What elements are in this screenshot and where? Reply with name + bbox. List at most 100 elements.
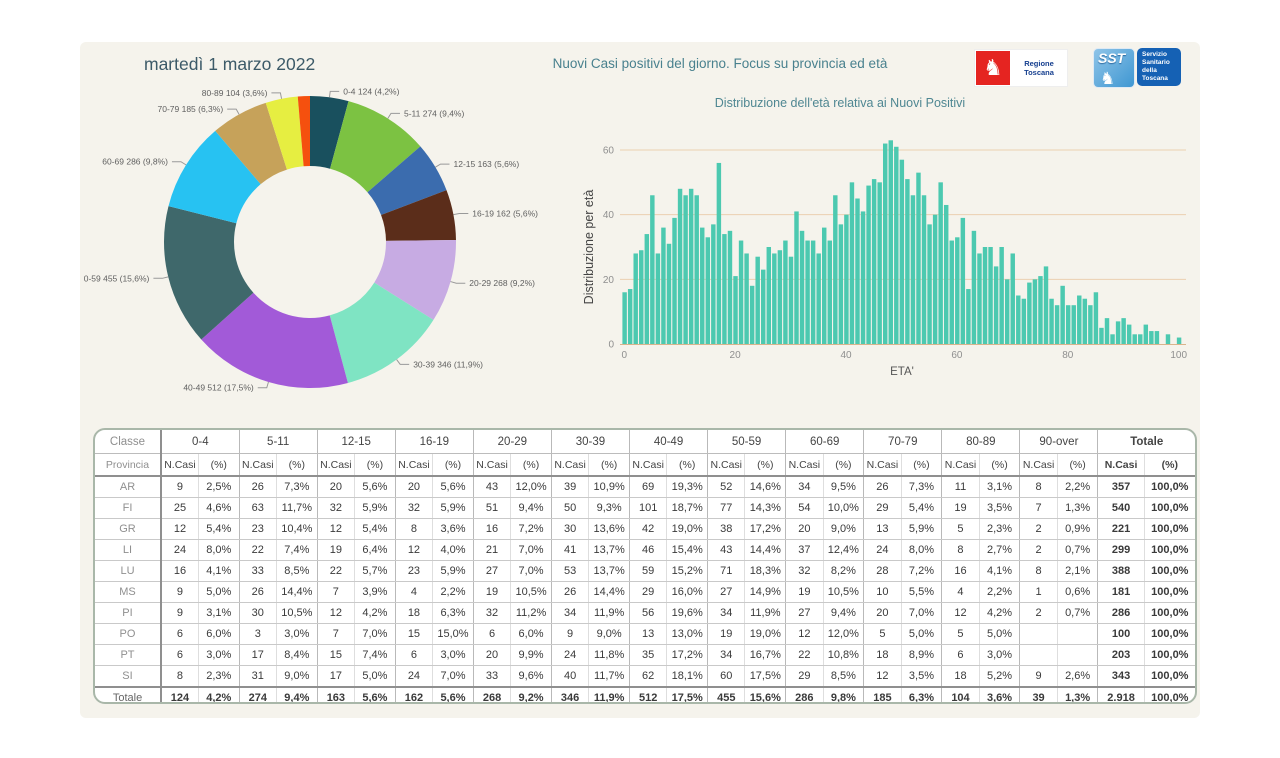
age-bar-3 — [639, 250, 644, 344]
table-cell: 6 — [160, 644, 199, 666]
table-cell: 15,6% — [744, 686, 786, 702]
donut-leader-line — [153, 276, 169, 279]
regione-toscana-logo: ♞ Regione Toscana — [975, 50, 1067, 86]
table-cell: 5,4% — [197, 518, 240, 540]
table-corner-provincia: Provincia — [95, 453, 162, 477]
table-cell: 5,0% — [900, 623, 942, 645]
table-cell: 20 — [394, 476, 433, 498]
table-cell: 32 — [394, 497, 433, 519]
table-cell: 5,0% — [197, 581, 240, 603]
table-row-PO: PO 6 6,0% 3 3,0% 7 7,0% 15 15,0% 6 6,0% 9 9,0% 13 13,0… — [95, 623, 1195, 645]
age-bar-69 — [1004, 279, 1010, 344]
table-cell: 4,2% — [978, 602, 1020, 624]
age-bar-32 — [799, 230, 805, 344]
table-cell: 14,4% — [275, 581, 318, 603]
age-bar-84 — [1088, 305, 1093, 344]
age-bar-16 — [711, 224, 716, 344]
table-cell: 8,9% — [900, 644, 942, 666]
age-bar-28 — [777, 250, 783, 344]
table-cell: 32 — [472, 602, 511, 624]
table-cell: 9 — [160, 602, 199, 624]
age-bar-75 — [1038, 276, 1043, 344]
age-bar-55 — [927, 224, 932, 344]
age-bar-21 — [738, 240, 744, 344]
table-cell: 7 — [316, 623, 355, 645]
donut-slice-label: 80-89 104 (3,6%) — [202, 88, 268, 98]
table-cell: 2,3% — [197, 665, 240, 688]
table-cell: 7,4% — [275, 539, 318, 561]
donut-leader-line — [453, 213, 469, 216]
age-bar-46 — [877, 182, 882, 344]
table-cell: 16,7% — [744, 644, 786, 666]
table-cell: 18,3% — [744, 560, 786, 582]
table-cell: 62 — [628, 665, 667, 688]
table-cell: 20 — [472, 644, 511, 666]
age-bar-87 — [1104, 318, 1110, 344]
age-histogram-svg: 0 20 40 60 0 20 40 60 80 100 ETA' Distribuzione per… — [582, 140, 1187, 378]
table-cell: 11,8% — [588, 644, 630, 666]
table-cell: 4,0% — [432, 539, 474, 561]
age-bar-77 — [1049, 298, 1054, 344]
table-cell: 8,0% — [900, 539, 942, 561]
table-cell: 2 — [1019, 518, 1058, 540]
x-tick-label: 100 — [1170, 350, 1187, 361]
table-cell: 29 — [863, 497, 902, 519]
age-bar-13 — [694, 195, 699, 344]
table-cell: 1,3% — [1056, 497, 1098, 519]
table-cell: 3,6% — [978, 686, 1020, 702]
table-cell: 100,0% — [1143, 560, 1195, 582]
y-axis-label: Distribuzione per età — [582, 190, 596, 305]
age-bar-80 — [1065, 305, 1071, 344]
table-cell: 19 — [707, 623, 745, 645]
table-cell: 8 — [394, 518, 433, 540]
subheader-pct: (%) — [588, 453, 630, 477]
table-cell: 10,9% — [588, 476, 630, 498]
province-age-table: Classe 0-4 5-11 12-15 16-19 20-29 30-39 40-49 50… — [95, 430, 1195, 702]
age-bar-61 — [960, 217, 966, 344]
table-cell: 9 — [1019, 665, 1058, 688]
table-row-AR: AR 9 2,5% 26 7,3% 20 5,6% 20 5,6% 43 12,0% 39 10,9% 6… — [95, 476, 1195, 498]
age-bar-35 — [816, 253, 821, 344]
donut-slice-label: 50-59 455 (15,6%) — [84, 273, 150, 283]
table-cell: 4 — [394, 581, 433, 603]
donut-slice-label: 30-39 346 (11,9%) — [413, 359, 483, 369]
table-cell: 11,7% — [275, 497, 318, 519]
table-cell: 15 — [394, 623, 433, 645]
table-cell: 124 — [160, 686, 199, 702]
table-cell: 17,2% — [666, 644, 708, 666]
table-cell: 6,4% — [354, 539, 396, 561]
table-cell: 8,2% — [822, 560, 864, 582]
subheader-ncasi: N.Casi — [863, 453, 902, 477]
y-tick-label: 40 — [603, 210, 615, 221]
table-cell: 1,3% — [1056, 686, 1098, 702]
table-cell: 34 — [785, 476, 824, 498]
bar-chart-title: Distribuzione dell'età relativa ai Nuovi… — [714, 96, 966, 110]
table-cell: 7,3% — [275, 476, 318, 498]
subheader-ncasi: N.Casi — [472, 453, 511, 477]
table-cell: 5,6% — [354, 476, 396, 498]
table-cell: 16 — [472, 518, 511, 540]
table-cell: 69 — [628, 476, 667, 498]
province-label: GR — [95, 518, 162, 540]
table-cell: 13,6% — [588, 518, 630, 540]
age-bar-66 — [988, 247, 993, 344]
table-cell: 3,1% — [978, 476, 1020, 498]
table-cell: 3,0% — [197, 644, 240, 666]
table-cell: 4 — [941, 581, 980, 603]
age-bar-94 — [1143, 324, 1149, 344]
table-cell: 41 — [550, 539, 589, 561]
table-cell: 15 — [316, 644, 355, 666]
table-cell: 35 — [628, 644, 667, 666]
table-cell: 30 — [550, 518, 589, 540]
table-cell: 52 — [707, 476, 745, 498]
age-bar-49 — [894, 146, 899, 344]
age-bar-12 — [688, 188, 694, 344]
table-cell: 3,0% — [432, 644, 474, 666]
table-cell: 15,4% — [666, 539, 708, 561]
age-bar-22 — [744, 253, 749, 344]
table-cell: 34 — [707, 602, 745, 624]
table-cell: 34 — [707, 644, 745, 666]
table-cell: 19,0% — [666, 518, 708, 540]
age-bar-54 — [921, 195, 927, 344]
table-cell: 6 — [941, 644, 980, 666]
